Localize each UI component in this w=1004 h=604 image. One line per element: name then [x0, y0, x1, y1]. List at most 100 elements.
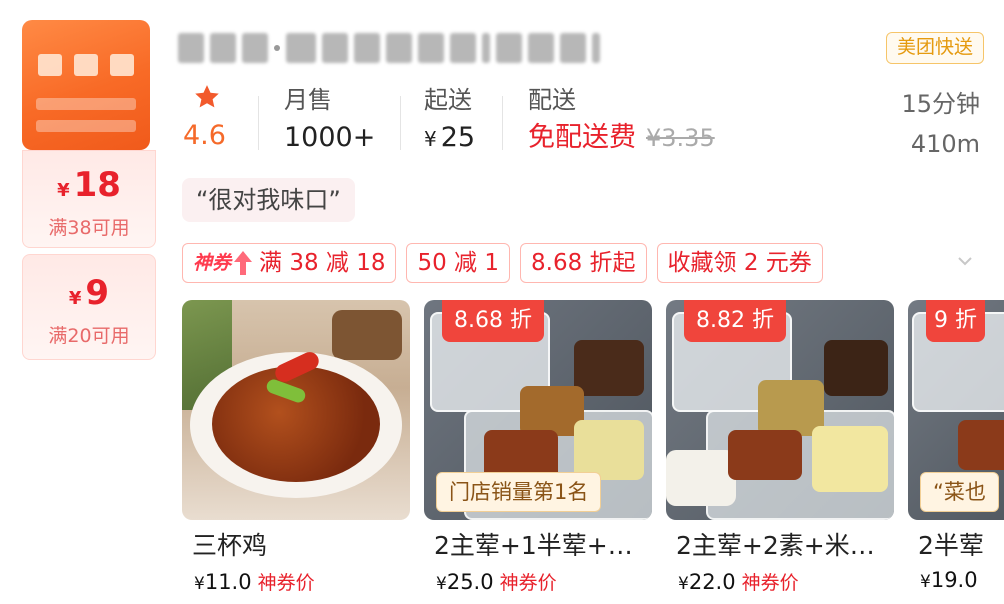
blurred-text	[418, 33, 444, 63]
currency-symbol: ¥	[436, 574, 447, 594]
promo-item[interactable]: 50 减 1	[406, 243, 511, 283]
delivery-label: 配送	[528, 86, 576, 114]
product-image: 9 折 “菜也	[908, 300, 1004, 520]
chevron-down-icon[interactable]	[956, 252, 974, 270]
monthly-sales-value: 1000+	[284, 122, 376, 153]
coupon-amount: ¥18	[23, 165, 155, 211]
delivery-value: 免配送费 ¥3.35	[528, 120, 715, 156]
price-value: 11.0	[204, 570, 252, 594]
arrow-up-icon	[234, 251, 253, 275]
dish-meat	[824, 340, 888, 396]
product-price: ¥19.0	[920, 568, 984, 592]
blurred-text	[386, 33, 412, 63]
best-seller-ribbon: 门店销量第1名	[436, 472, 602, 512]
distance: 410m	[910, 130, 980, 158]
currency-symbol: ¥	[424, 127, 437, 151]
currency-symbol: ¥	[194, 574, 205, 594]
promo-god-coupon[interactable]: 神券 满 38 减 18	[182, 243, 397, 283]
currency-symbol: ¥	[920, 572, 931, 592]
delivery-time: 15分钟	[901, 90, 980, 118]
god-coupon-price-tag: 神券价	[499, 572, 557, 594]
dish-meat	[958, 420, 1004, 470]
product-image	[182, 300, 410, 520]
product-name: 2半荤	[918, 531, 984, 560]
product-name: 2主荤+1半荤+…	[434, 531, 633, 560]
product-price: ¥22.0 神券价	[678, 568, 799, 595]
blurred-text	[242, 33, 268, 63]
free-delivery-text: 免配送费	[528, 122, 636, 153]
product-name: 2主荤+2素+米…	[676, 531, 875, 560]
discount-badge: 8.68 折	[442, 300, 544, 342]
discount-badge: 8.82 折	[684, 300, 786, 342]
dish-meat	[728, 430, 802, 480]
bowl	[332, 310, 402, 360]
coupon-condition: 满38可用	[48, 217, 130, 239]
discount-badge: 9 折	[926, 300, 985, 342]
blurred-text	[178, 33, 204, 63]
blurred-text	[286, 33, 316, 63]
blurred-text	[210, 33, 236, 63]
blurred-text	[482, 33, 490, 63]
title-separator	[274, 45, 280, 51]
product-card[interactable]: 三杯鸡 ¥11.0 神券价	[182, 300, 410, 600]
delivery-fee: 配送 免配送费 ¥3.35	[528, 84, 715, 156]
dish-greens	[574, 420, 644, 480]
product-card[interactable]: 8.68 折 门店销量第1名 2主荤+1半荤+… ¥25.0 神券价	[424, 300, 652, 600]
original-delivery-fee: ¥3.35	[646, 124, 715, 152]
logo-mark	[110, 54, 134, 76]
rating-star-icon	[195, 85, 219, 108]
dish	[212, 366, 380, 482]
promo-label: 满 38 减 18	[259, 249, 386, 276]
blurred-text	[560, 33, 586, 63]
logo-mark	[38, 54, 62, 76]
logo-mark	[74, 54, 98, 76]
promo-item[interactable]: 收藏领 2 元券	[656, 243, 823, 283]
monthly-sales-label: 月售	[284, 86, 332, 114]
stat-divider	[400, 96, 401, 150]
shop-logo[interactable]	[22, 20, 150, 150]
logo-mark	[36, 120, 136, 132]
god-coupon-tag: 神券	[193, 251, 232, 274]
review-tag[interactable]: “很对我味口”	[182, 178, 355, 222]
price-value: 19.0	[930, 568, 978, 592]
recommendation-ribbon: “菜也	[920, 472, 999, 512]
promo-item[interactable]: 8.68 折起	[520, 243, 647, 283]
delivery-time-distance: 15分钟 410m	[901, 84, 980, 164]
coupon-condition: 满20可用	[48, 325, 130, 347]
currency-symbol: ¥	[678, 574, 689, 594]
god-coupon-price-tag: 神券价	[257, 572, 315, 594]
coupon-value: 18	[73, 165, 121, 205]
product-price: ¥25.0 神券价	[436, 568, 557, 595]
coupon-card[interactable]: ¥18 满38可用	[22, 150, 156, 248]
product-image: 8.82 折	[666, 300, 894, 520]
blurred-text	[592, 33, 600, 63]
coupon-amount: ¥9	[23, 273, 155, 319]
dish-potato	[812, 426, 888, 492]
dish-rice	[666, 450, 736, 506]
blurred-text	[496, 33, 522, 63]
promo-row: 神券 满 38 减 18 50 减 1 8.68 折起 收藏领 2 元券	[182, 243, 823, 283]
stat-divider	[258, 96, 259, 150]
min-order: 起送 ¥25	[424, 84, 475, 157]
min-order-label: 起送	[424, 86, 472, 114]
product-image: 8.68 折 门店销量第1名	[424, 300, 652, 520]
product-price: ¥11.0 神券价	[194, 568, 315, 595]
monthly-sales: 月售 1000+	[284, 84, 375, 156]
dish-rice	[574, 340, 644, 396]
blurred-text	[322, 33, 348, 63]
logo-mark	[36, 98, 136, 110]
product-name: 三杯鸡	[192, 531, 268, 560]
coupon-currency: ¥	[57, 180, 70, 201]
shop-name-blurred[interactable]	[178, 28, 600, 68]
min-order-value: ¥25	[424, 120, 475, 157]
meituan-express-badge: 美团快送	[885, 32, 984, 64]
product-card[interactable]: 9 折 “菜也 2半荤 ¥19.0	[908, 300, 1004, 600]
min-order-amount: 25	[440, 122, 476, 153]
stat-divider	[502, 96, 503, 150]
coupon-card[interactable]: ¥9 满20可用	[22, 254, 156, 360]
price-value: 22.0	[688, 570, 736, 594]
blurred-text	[450, 33, 476, 63]
product-card[interactable]: 8.82 折 2主荤+2素+米… ¥22.0 神券价	[666, 300, 894, 600]
rating-value: 4.6	[183, 120, 226, 151]
god-coupon-price-tag: 神券价	[741, 572, 799, 594]
